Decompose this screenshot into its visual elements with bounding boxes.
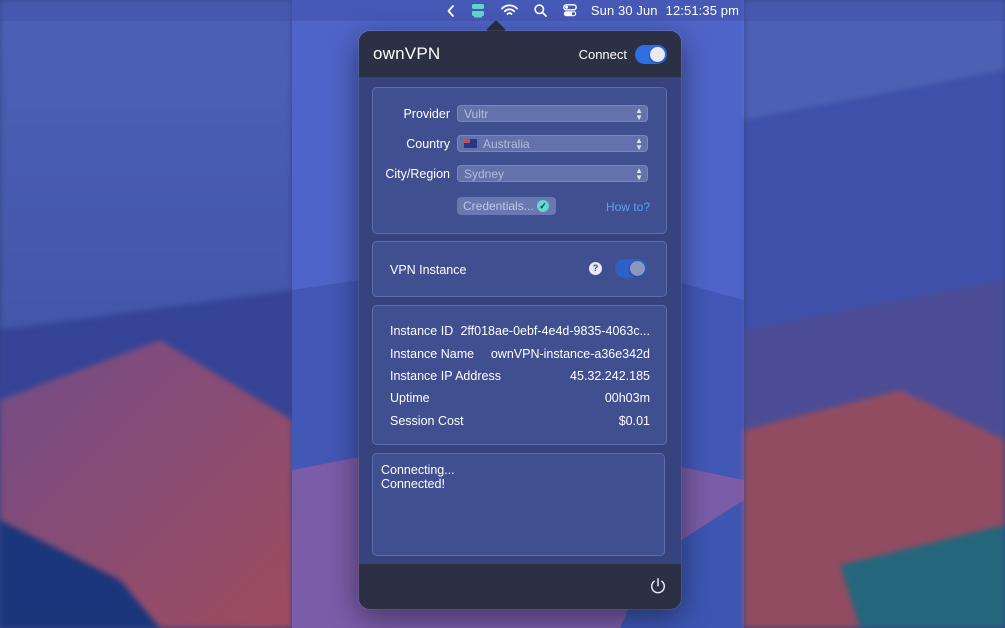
info-label: Session Cost [390,414,464,428]
info-value: 45.32.242.185 [570,369,650,383]
how-to-link[interactable]: How to? [606,200,650,214]
connect-toggle[interactable] [635,44,667,64]
popover-footer [359,564,681,609]
log-line: Connecting... [381,463,455,477]
ownvpn-popover: ownVPN Connect Provider Vultr ▲ ▼ Country… [359,31,681,609]
help-icon[interactable]: ? [589,262,602,275]
updown-chevron-icon: ▲ ▼ [635,166,643,182]
info-row-instance-id: Instance ID 2ff018ae-0ebf-4e4d-9835-4063… [390,324,650,338]
menu-bar-clock[interactable]: Sun 30 Jun 12:51:35 pm [591,0,739,21]
info-label: Instance IP Address [390,369,501,383]
ownvpn-menu-icon[interactable] [471,0,485,21]
country-select[interactable]: Australia ▲ ▼ [457,135,648,152]
vpn-instance-label: VPN Instance [390,263,467,277]
provider-select[interactable]: Vultr ▲ ▼ [457,105,648,122]
control-center-icon[interactable] [562,0,577,21]
provider-value: Vultr [464,106,489,121]
wifi-icon[interactable] [500,0,518,21]
australia-flag-icon [464,139,477,148]
info-value: $0.01 [618,414,650,428]
log-line: Connected! [381,477,445,491]
city-value: Sydney [464,166,505,181]
info-row-session-cost: Session Cost $0.01 [390,414,650,428]
credentials-label: Credentials... [463,199,534,213]
app-title: ownVPN [373,44,441,63]
info-label: Instance Name [390,347,475,361]
country-label: Country [406,137,450,151]
provider-label: Provider [403,107,450,121]
info-row-instance-name: Instance Name ownVPN-instance-a36e342d [390,347,650,361]
vpn-instance-toggle[interactable] [615,259,647,278]
clock-date: Sun 30 Jun [590,3,658,18]
vpn-instance-box: VPN Instance ? [372,241,667,297]
info-value: 2ff018ae-0ebf-4e4d-9835-4063c... [460,324,650,338]
info-row-ip-address: Instance IP Address 45.32.242.185 [390,369,650,383]
popover-header: ownVPN Connect [359,31,681,77]
info-label: Instance ID [390,324,454,338]
connect-label: Connect [578,46,627,62]
menu-bar: Sun 30 Jun 12:51:35 pm [0,0,1005,21]
country-value: Australia [483,136,530,151]
spotlight-search-icon[interactable] [534,0,547,21]
dim-overlay-right [744,0,1005,628]
checkmark-icon: ✓ [537,200,549,212]
settings-box: Provider Vultr ▲ ▼ Country Australia ▲ ▼ C… [372,87,667,234]
info-label: Uptime [390,391,430,405]
city-select[interactable]: Sydney ▲ ▼ [457,165,648,182]
chevron-left-icon[interactable] [447,0,455,21]
connect-control: Connect [578,44,667,64]
clock-time: 12:51:35 pm [665,3,739,18]
connection-log[interactable]: Connecting... Connected! [372,453,665,556]
dim-overlay-left [0,0,292,628]
credentials-button[interactable]: Credentials... ✓ [457,197,556,215]
updown-chevron-icon: ▲ ▼ [635,136,643,152]
info-value: ownVPN-instance-a36e342d [490,347,650,361]
instance-info-box: Instance ID 2ff018ae-0ebf-4e4d-9835-4063… [372,305,667,445]
info-row-uptime: Uptime 00h03m [390,391,650,405]
city-label: City/Region [385,167,450,181]
toggle-knob [630,261,645,276]
power-icon[interactable] [649,577,667,595]
toggle-knob [650,46,665,62]
updown-chevron-icon: ▲ ▼ [635,106,643,122]
info-value: 00h03m [604,391,650,405]
